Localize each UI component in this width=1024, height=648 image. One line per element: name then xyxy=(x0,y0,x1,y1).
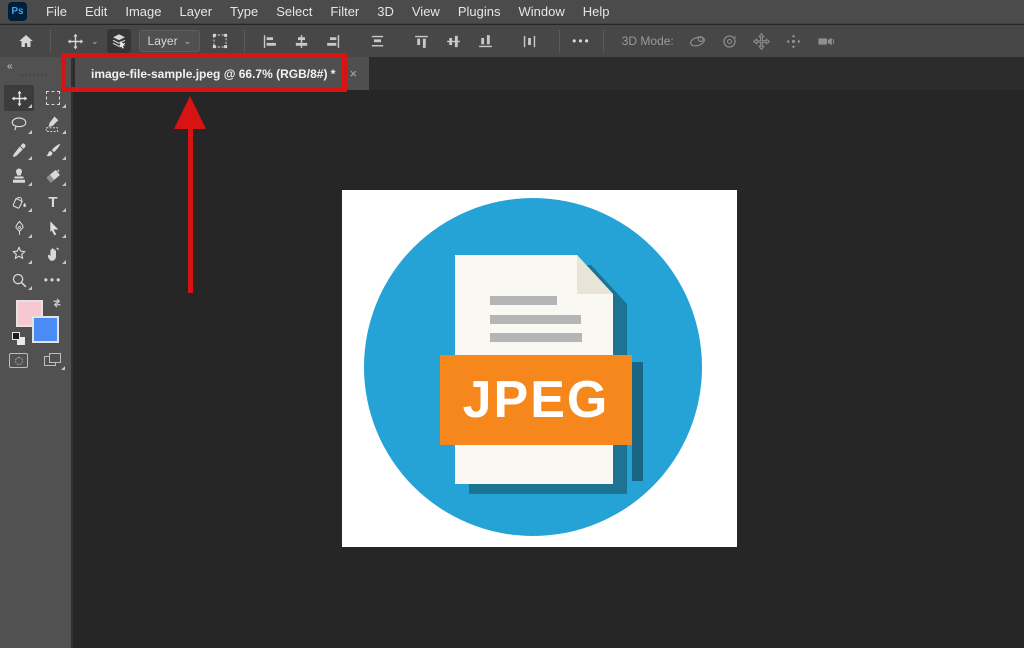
pan-3d-icon[interactable] xyxy=(750,29,774,53)
menu-select[interactable]: Select xyxy=(267,0,321,24)
tool-paint-bucket[interactable] xyxy=(4,189,34,215)
camera-3d-icon[interactable] xyxy=(814,29,838,53)
align-right-icon[interactable] xyxy=(321,29,345,53)
tool-clone-stamp[interactable] xyxy=(4,163,34,189)
align-left-icon[interactable] xyxy=(257,29,281,53)
more-options-icon[interactable]: ••• xyxy=(572,34,591,48)
orbit-3d-icon[interactable] xyxy=(686,29,710,53)
menu-file[interactable]: File xyxy=(37,0,76,24)
menu-window[interactable]: Window xyxy=(509,0,573,24)
auto-select-layers-icon[interactable] xyxy=(107,29,131,53)
tool-pen[interactable] xyxy=(4,215,34,241)
tool-edit-toolbar[interactable]: ••• xyxy=(38,267,68,293)
menu-type[interactable]: Type xyxy=(221,0,267,24)
divider xyxy=(244,30,245,52)
tool-move[interactable] xyxy=(4,85,34,111)
background-color-swatch[interactable] xyxy=(32,316,59,343)
slide-3d-icon[interactable] xyxy=(782,29,806,53)
tool-custom-shape[interactable] xyxy=(4,241,34,267)
tool-hand[interactable] xyxy=(38,241,68,267)
tool-type[interactable]: T xyxy=(38,189,68,215)
menu-edit[interactable]: Edit xyxy=(76,0,116,24)
marquee-icon xyxy=(46,91,60,105)
screen-mode-icon[interactable] xyxy=(44,353,62,368)
tool-object-selection[interactable] xyxy=(38,111,68,137)
align-middle-icon[interactable] xyxy=(441,29,465,53)
close-tab-icon[interactable]: × xyxy=(349,66,357,81)
menu-bar: Ps File Edit Image Layer Type Select Fil… xyxy=(0,0,1024,24)
collapse-panel-icon[interactable]: « xyxy=(7,61,12,72)
divider xyxy=(559,30,560,52)
tool-lasso[interactable] xyxy=(4,111,34,137)
menu-view[interactable]: View xyxy=(403,0,449,24)
3d-mode-label: 3D Mode: xyxy=(622,34,674,48)
panel-grip[interactable] xyxy=(21,74,47,76)
chevron-down-icon: ⌄ xyxy=(184,36,192,47)
layer-select-value: Layer xyxy=(148,34,178,48)
tools-panel: « T xyxy=(0,57,73,648)
align-center-h-icon[interactable] xyxy=(289,29,313,53)
distribute-h-icon[interactable] xyxy=(365,29,389,53)
edit-toolbar-icon: ••• xyxy=(44,273,63,287)
menu-filter[interactable]: Filter xyxy=(321,0,368,24)
type-tool-icon: T xyxy=(48,194,57,211)
swap-colors-icon[interactable] xyxy=(50,296,64,315)
default-colors-icon[interactable] xyxy=(12,332,25,345)
tool-brush[interactable] xyxy=(38,137,68,163)
roll-3d-icon[interactable] xyxy=(718,29,742,53)
jpeg-banner-shadow xyxy=(632,362,643,481)
tools-grid: T ••• xyxy=(4,85,68,293)
divider xyxy=(603,30,604,52)
menu-3d[interactable]: 3D xyxy=(368,0,403,24)
home-icon[interactable] xyxy=(14,29,38,53)
tool-zoom[interactable] xyxy=(4,267,34,293)
annotation-arrow-shaft xyxy=(188,127,193,293)
tool-eraser[interactable] xyxy=(38,163,68,189)
canvas-area[interactable]: JPEG xyxy=(73,90,1024,648)
menu-image[interactable]: Image xyxy=(116,0,170,24)
tool-path-selection[interactable] xyxy=(38,215,68,241)
open-image-document: JPEG xyxy=(342,190,737,547)
quick-mask-mode-icon[interactable] xyxy=(9,353,28,368)
align-bottom-icon[interactable] xyxy=(473,29,497,53)
align-top-icon[interactable] xyxy=(409,29,433,53)
menu-help[interactable]: Help xyxy=(574,0,619,24)
transform-controls-icon[interactable] xyxy=(208,29,232,53)
photoshop-logo[interactable]: Ps xyxy=(8,2,27,21)
layer-select[interactable]: Layer ⌄ xyxy=(139,30,201,52)
annotation-arrow-head xyxy=(174,96,206,129)
chevron-down-icon[interactable]: ⌄ xyxy=(91,36,99,47)
menu-plugins[interactable]: Plugins xyxy=(449,0,510,24)
tool-eyedropper[interactable] xyxy=(4,137,34,163)
jpeg-banner: JPEG xyxy=(440,355,632,445)
move-tool-icon[interactable] xyxy=(63,29,87,53)
jpeg-badge-text: JPEG xyxy=(463,370,610,430)
distribute-v-icon[interactable] xyxy=(517,29,541,53)
menu-layer[interactable]: Layer xyxy=(171,0,222,24)
annotation-highlight-rectangle xyxy=(61,53,347,92)
divider xyxy=(50,30,51,52)
